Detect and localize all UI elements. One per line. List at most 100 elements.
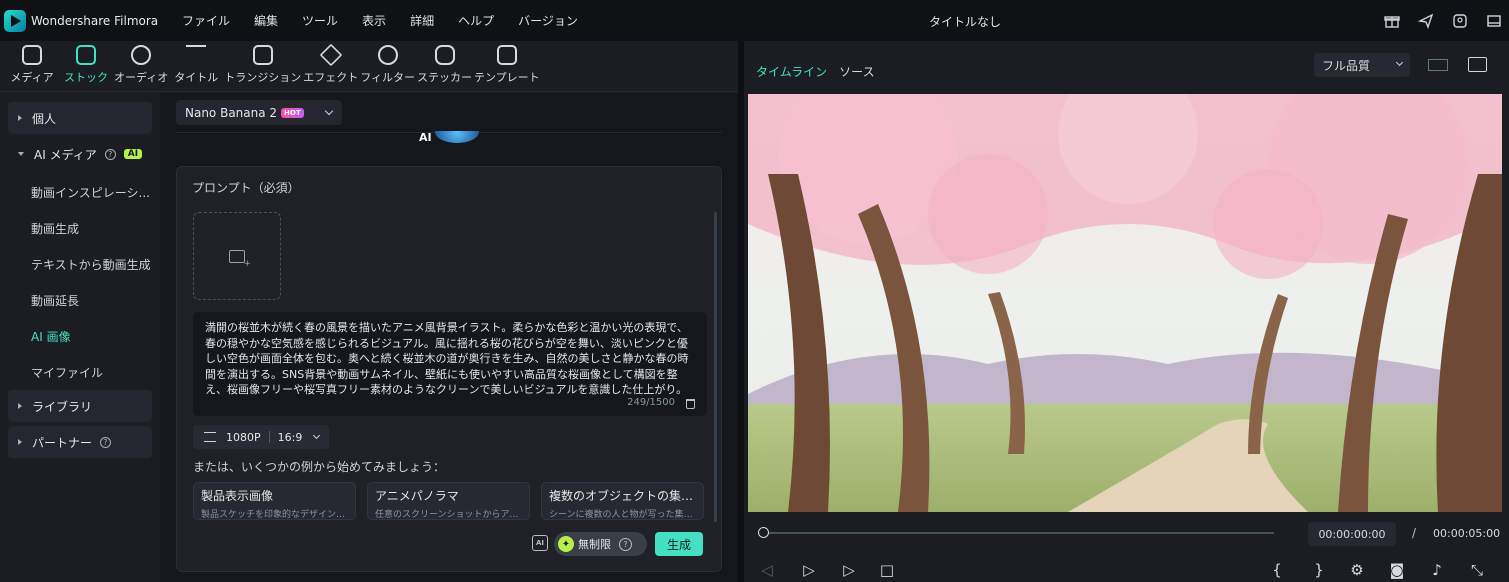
tool-stock[interactable]: ストック [60, 41, 112, 91]
tool-template[interactable]: テンプレート [474, 41, 540, 91]
add-image-icon [229, 249, 251, 269]
resolution-select[interactable]: 1080P 16:9 [193, 425, 329, 449]
playhead-handle[interactable] [758, 527, 769, 538]
prompt-input[interactable]: 満開の桜並木が続く春の風景を描いたアニメ風背景イラスト。柔らかな色彩と温かい光の… [193, 312, 707, 416]
title-bar: Wondershare Filmora ファイル 編集 ツール 表示 詳細 ヘル… [0, 0, 1509, 41]
waveform-icon[interactable] [1468, 57, 1487, 72]
current-time: 00:00:00:00 [1308, 522, 1396, 546]
mark-out-icon[interactable]: } [1310, 561, 1328, 579]
transition-icon [252, 45, 273, 65]
menu-tools[interactable]: ツール [290, 12, 350, 29]
sidebar-item-my-files[interactable]: マイファイル [8, 354, 152, 390]
example-card[interactable]: 複数のオブジェクトの集合写真 シーンに複数の人と物が写った集合... [541, 482, 704, 520]
stock-icon [76, 45, 96, 65]
tool-audio[interactable]: オーディオ [114, 41, 168, 91]
main-toolbar: メディア ストック オーディオ タイトル トランジション エフェクト フィルター… [0, 41, 738, 92]
example-card[interactable]: アニメパノラマ 任意のスクリーンショットからアニメス... [367, 482, 530, 520]
grid-view-icon[interactable] [1428, 59, 1448, 71]
play-icon[interactable]: ▷ [840, 561, 858, 579]
step-forward-icon[interactable]: ▷ [800, 561, 818, 579]
char-counter: 249/1500 [627, 396, 675, 408]
prompt-label: プロンプト（必須） [192, 181, 300, 195]
sidebar: 個人 AI メディア ? AI 動画インスピレーシ... 動画生成 テキストから… [0, 93, 160, 582]
hot-badge: HOT [281, 107, 304, 118]
filter-icon [377, 45, 398, 65]
sidebar-item-video-generation[interactable]: 動画生成 [8, 210, 152, 246]
ai-assist-icon[interactable]: AI [532, 535, 548, 551]
volume-icon[interactable]: ♪ [1428, 561, 1446, 579]
playback-controls: ◁ ▷ ▷ □ { } ⚙ ◙ ♪ ⤡ [744, 556, 1509, 582]
menu-edit[interactable]: 編集 [242, 12, 290, 29]
prompt-text: 満開の桜並木が続く春の風景を描いたアニメ風背景イラスト。柔らかな色彩と温かい光の… [205, 321, 689, 396]
help-icon[interactable]: ? [100, 436, 112, 448]
sidebar-group-partner[interactable]: パートナー? [8, 426, 152, 458]
sidebar-item-ai-image[interactable]: AI 画像 [8, 318, 152, 354]
send-icon[interactable] [1417, 12, 1435, 30]
sidebar-item-video-inspiration[interactable]: 動画インスピレーシ... [8, 174, 152, 210]
sparkle-icon: ✦ [558, 536, 574, 552]
layout-icon[interactable] [1485, 12, 1503, 30]
model-select[interactable]: Nano Banana 2 HOT [176, 100, 342, 125]
tab-source[interactable]: ソース [839, 63, 874, 80]
tool-transition[interactable]: トランジション [224, 41, 301, 91]
tool-title[interactable]: タイトル [170, 41, 222, 91]
left-panel: メディア ストック オーディオ タイトル トランジション エフェクト フィルター… [0, 41, 738, 582]
sidebar-item-text-to-video[interactable]: テキストから動画生成 [8, 246, 152, 282]
menu-view[interactable]: 表示 [350, 12, 398, 29]
sidebar-group-ai-media[interactable]: AI メディア ? AI [8, 138, 152, 170]
template-icon [496, 45, 517, 65]
ai-image-generator: Nano Banana 2 HOT AI プロンプト（必須） 満開の桜並木が続く… [160, 93, 738, 582]
fullscreen-icon[interactable]: ⤡ [1468, 561, 1486, 579]
ai-badge: AI [123, 149, 143, 159]
seek-bar[interactable] [758, 527, 1274, 538]
preview-tabs: タイムライン ソース [756, 63, 875, 80]
caret-right-icon [18, 115, 22, 121]
menu-help[interactable]: ヘルプ [446, 12, 506, 29]
title-icon [186, 45, 207, 65]
sidebar-group-library[interactable]: ライブラリ [8, 390, 152, 422]
menu-version[interactable]: バージョン [506, 12, 590, 29]
caret-right-icon [18, 403, 22, 409]
menu-file[interactable]: ファイル [170, 12, 242, 29]
total-time: 00:00:05:00 [1433, 527, 1501, 540]
brand-name: Wondershare Filmora [31, 13, 159, 28]
mark-in-icon[interactable]: { [1268, 561, 1286, 579]
tool-effect[interactable]: エフェクト [303, 41, 358, 91]
chevron-down-icon [324, 106, 334, 116]
example-card[interactable]: 製品表示画像 製品スケッチを印象的なデザインレン... [193, 482, 356, 520]
quality-select[interactable]: フル品質 [1314, 53, 1410, 77]
stop-icon[interactable]: □ [878, 561, 896, 579]
cherry-blossom-image [748, 94, 1502, 512]
media-icon [22, 45, 42, 65]
gift-icon[interactable] [1383, 12, 1401, 30]
tool-sticker[interactable]: ステッカー [417, 41, 472, 91]
prev-frame-icon[interactable]: ◁ [758, 561, 776, 579]
filmora-logo-icon [4, 9, 26, 32]
audio-icon [131, 45, 152, 65]
trash-icon[interactable] [686, 399, 695, 409]
sidebar-group-personal[interactable]: 個人 [8, 102, 152, 134]
help-icon[interactable]: ? [619, 537, 632, 551]
settings-icon[interactable]: ⚙ [1348, 561, 1366, 579]
caret-right-icon [18, 439, 22, 445]
snapshot-icon[interactable]: ◙ [1388, 561, 1406, 579]
preview-panel: タイムライン ソース フル品質 00:00:00:00 / 00:00:05:0… [744, 41, 1509, 582]
title-bar-icons [1383, 0, 1509, 41]
generate-button[interactable]: 生成 [655, 532, 703, 556]
image-upload-box[interactable] [193, 212, 281, 300]
help-icon[interactable]: ? [104, 148, 116, 160]
account-icon[interactable] [1451, 12, 1469, 30]
settings-slider-icon [204, 432, 216, 442]
effect-icon [319, 43, 343, 67]
sidebar-item-video-extend[interactable]: 動画延長 [8, 282, 152, 318]
tool-media[interactable]: メディア [6, 41, 58, 91]
prompt-scrollbar[interactable] [714, 212, 717, 522]
time-separator: / [1412, 526, 1417, 540]
video-preview[interactable] [748, 94, 1502, 512]
tab-timeline[interactable]: タイムライン [756, 63, 827, 80]
brand: Wondershare Filmora [0, 9, 170, 32]
tool-filter[interactable]: フィルター [360, 41, 415, 91]
menu-advanced[interactable]: 詳細 [398, 12, 446, 29]
chevron-down-icon [313, 431, 321, 440]
unlimited-credits[interactable]: ✦ 無制限 ? [554, 532, 647, 556]
